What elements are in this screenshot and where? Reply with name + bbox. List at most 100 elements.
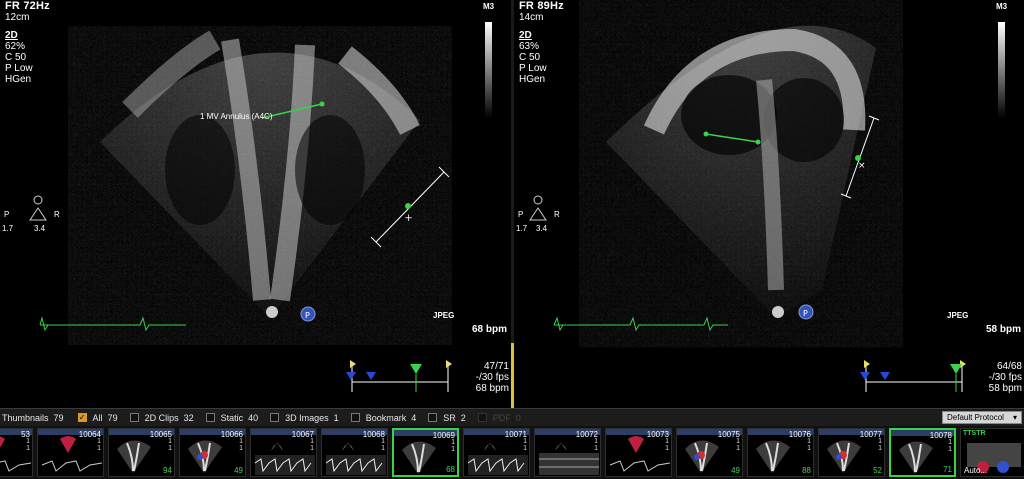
- thumbnail-series: 1: [381, 438, 385, 445]
- chevron-down-icon: ▾: [1012, 413, 1017, 422]
- filter-3d-images[interactable]: 3D Images 1: [270, 413, 339, 423]
- right-image-viewport[interactable]: × P FR 89Hz 14cm 2D 63% C 50 P Low HGen …: [514, 0, 1024, 408]
- thumbnail-series: 1: [878, 438, 882, 445]
- power-label: P Low: [519, 63, 547, 74]
- thumbnail-item[interactable]: 10069 1 1 68: [392, 428, 459, 477]
- fps-label: -/30 fps: [988, 372, 1022, 383]
- thumbnail-instance: 1: [97, 445, 101, 452]
- thumbnail-instance: 1: [594, 445, 598, 452]
- thumbnail-item[interactable]: 10076 1 1 88: [747, 428, 814, 477]
- thumbnail-item[interactable]: 10077 1 1 52: [818, 428, 885, 477]
- gain-label: 63%: [519, 41, 540, 52]
- thumbnail-item[interactable]: 10071 1 1: [463, 428, 530, 477]
- filter-2d-clips[interactable]: 2D Clips 32: [129, 413, 194, 423]
- format-label: JPEG: [433, 311, 455, 320]
- fps-label: -/30 fps: [475, 372, 509, 383]
- checkbox-icon[interactable]: [270, 413, 280, 422]
- filter-all[interactable]: ✓ All 79: [77, 413, 118, 423]
- thumbnail-frame-count: 71: [943, 465, 952, 474]
- checkbox-icon[interactable]: [205, 413, 215, 422]
- probe-marker: M3: [483, 2, 495, 11]
- format-label: JPEG: [947, 311, 969, 320]
- orientation-r: R: [554, 210, 560, 219]
- thumbnail-series: 1: [736, 438, 740, 445]
- scale-left: 1.7: [2, 224, 14, 233]
- compression-label: C 50: [519, 52, 541, 63]
- thumbnail-item[interactable]: 10067 1 1: [250, 428, 317, 477]
- thumbnail-series: 1: [594, 438, 598, 445]
- thumbnail-item[interactable]: 10072 1 1: [534, 428, 601, 477]
- thumbnail-instance: 1: [310, 445, 314, 452]
- frame-rate-label: FR 72Hz: [5, 0, 50, 12]
- thumbnail-series: 1: [948, 439, 952, 446]
- thumbnail-instance: 1: [736, 445, 740, 452]
- thumbnail-series: 1: [523, 438, 527, 445]
- thumbnail-strip[interactable]: 53 1 1 10064 1 1 10065 1 1 94 10066 1 1 49 10067 1 1 1006…: [0, 426, 1024, 479]
- filter-static[interactable]: Static 40: [205, 413, 258, 423]
- thumbnail-series: 1: [26, 438, 30, 445]
- compression-label: C 50: [5, 52, 27, 63]
- depth-label: 14cm: [519, 12, 544, 23]
- thumbnail-frame-count: 88: [802, 466, 811, 475]
- orientation-r: R: [54, 210, 60, 219]
- thumbnail-frame-count: 68: [446, 465, 455, 474]
- thumbnail-item[interactable]: 53 1 1: [0, 428, 33, 477]
- grayscale-bar: [485, 22, 492, 118]
- thumbnail-item[interactable]: 10078 1 1 71: [889, 428, 956, 477]
- thumbnail-series: 1: [168, 438, 172, 445]
- thumbnail-item[interactable]: 10068 1 1: [321, 428, 388, 477]
- scale-right: 3.4: [34, 224, 46, 233]
- svg-text:×: ×: [858, 161, 866, 171]
- gain-label: 62%: [5, 41, 26, 52]
- thumbnail-series: 1: [97, 438, 101, 445]
- mode-label: 2D: [519, 30, 532, 41]
- orientation-p: P: [518, 210, 524, 219]
- checkbox-icon[interactable]: [428, 413, 438, 422]
- thumbnail-instance: 1: [239, 445, 243, 452]
- frame-bpm: 68 bpm: [475, 383, 509, 394]
- power-label: P Low: [5, 63, 33, 74]
- thumbnail-item[interactable]: TTSTR Auto...: [960, 428, 1024, 477]
- probe-marker: M3: [996, 2, 1008, 11]
- checkbox-icon[interactable]: [477, 413, 487, 422]
- thumbnail-item[interactable]: 10064 1 1: [37, 428, 104, 477]
- frame-info: 47/71 -/30 fps 68 bpm: [449, 361, 509, 394]
- filter-bookmark[interactable]: Bookmark 4: [350, 413, 416, 423]
- frequency-label: HGen: [519, 74, 546, 85]
- protocol-dropdown[interactable]: Default Protocol ▾: [942, 411, 1022, 424]
- thumbnail-series: 1: [310, 438, 314, 445]
- checkbox-icon[interactable]: ✓: [77, 413, 87, 422]
- thumbnail-id: TTSTR: [963, 430, 986, 437]
- thumbnail-item[interactable]: 10075 1 1 49: [676, 428, 743, 477]
- frame-info: 64/68 -/30 fps 58 bpm: [962, 361, 1022, 394]
- left-echo-image: × P: [29, 30, 452, 392]
- svg-text:P: P: [305, 311, 310, 320]
- thumbnail-instance: 1: [26, 445, 30, 452]
- checkbox-icon[interactable]: [129, 413, 139, 422]
- depth-label: 12cm: [5, 12, 30, 23]
- left-image-viewport[interactable]: × P FR 72Hz 12cm 2D 62% C 50 P Low HGen …: [0, 0, 511, 408]
- frame-bpm: 58 bpm: [988, 383, 1022, 394]
- filter-sr[interactable]: SR 2: [428, 413, 466, 423]
- grayscale-bar: [998, 22, 1005, 118]
- scale-left: 1.7: [516, 224, 528, 233]
- scale-right: 3.4: [536, 224, 548, 233]
- svg-text:×: ×: [403, 212, 415, 224]
- mode-label: 2D: [5, 30, 18, 41]
- measurement-label[interactable]: 1 MV Annulus (A4C): [200, 112, 272, 121]
- thumbnail-label: Auto...: [964, 466, 988, 475]
- thumbnail-item[interactable]: 10066 1 1 49: [179, 428, 246, 477]
- right-echo-image: × P: [529, 25, 966, 392]
- checkbox-icon[interactable]: [350, 413, 360, 422]
- thumbnail-series: 1: [239, 438, 243, 445]
- thumbnail-frame-count: 49: [234, 466, 243, 475]
- frame-counter: 64/68: [996, 361, 1022, 372]
- thumbnail-item[interactable]: 10065 1 1 94: [108, 428, 175, 477]
- filter-pdf[interactable]: PDF 0: [477, 413, 521, 423]
- svg-text:P: P: [803, 309, 808, 318]
- heart-rate: 58 bpm: [986, 324, 1022, 335]
- thumbnail-instance: 1: [948, 446, 952, 453]
- frequency-label: HGen: [5, 74, 32, 85]
- thumbnail-item[interactable]: 10073 1 1: [605, 428, 672, 477]
- thumbnails-label: Thumbnails 79: [2, 412, 64, 423]
